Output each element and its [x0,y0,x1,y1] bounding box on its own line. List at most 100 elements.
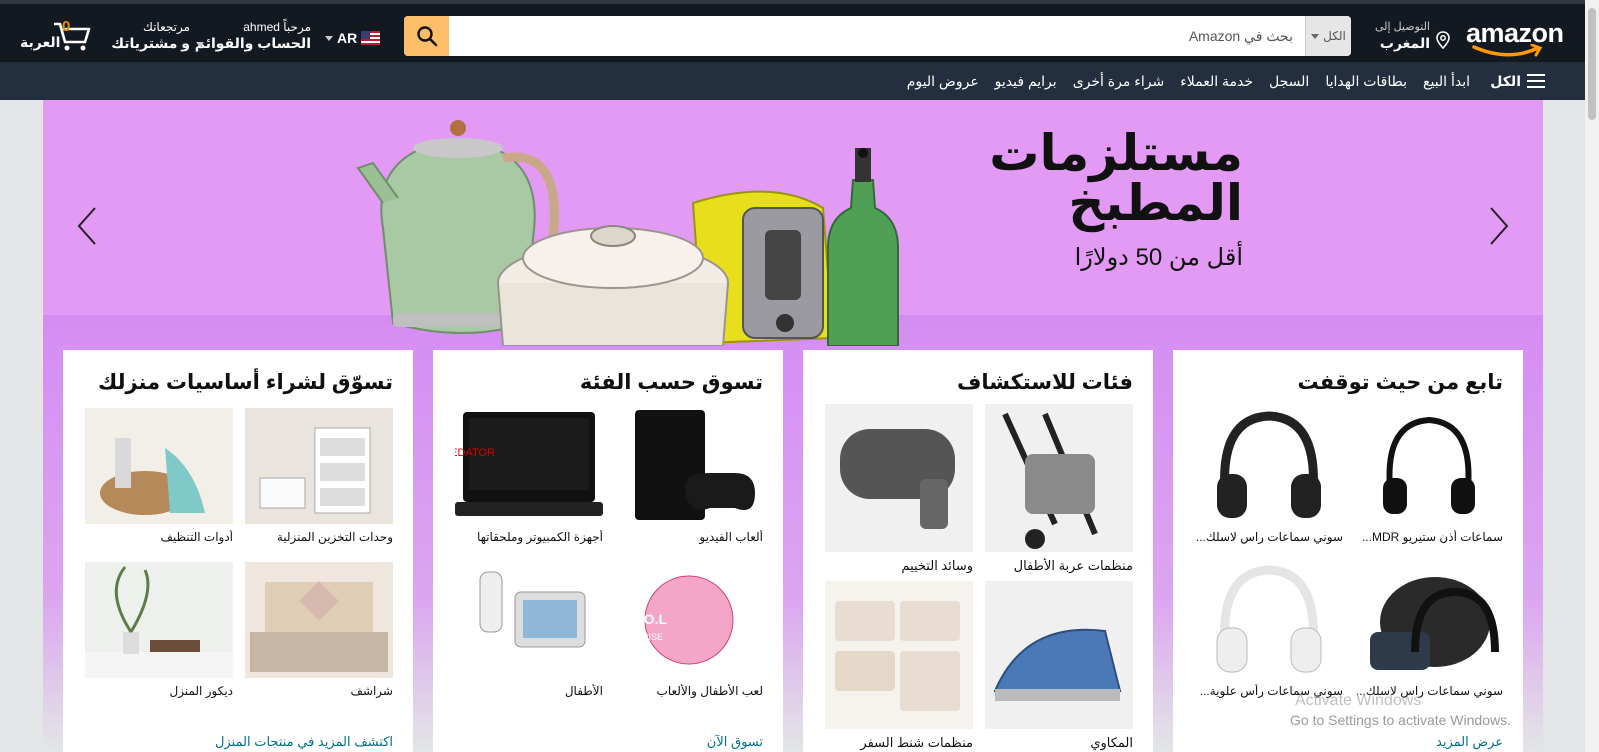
secondary-nav: الكل عروض اليوم برايم فيديو شراء مرة أخر… [0,62,1585,100]
category-tile[interactable]: المكاوي [985,581,1133,751]
discover-more-link[interactable]: اكتشف المزيد في منتجات المنزل [215,734,393,750]
all-menu-label: الكل [1490,72,1521,89]
laptop-brand-text: PREDATOR [455,447,495,459]
category-caption: أجهزة الكمبيوتر وملحقاتها [476,530,603,544]
returns-and-orders[interactable]: مرتجعاتك و مشترياتك [108,20,190,56]
nav-item-prime-video[interactable]: برايم فيديو [995,73,1057,90]
nav-item-sell[interactable]: ابدأ البيع [1423,73,1470,90]
chevron-down-icon [196,42,204,47]
category-caption: وحدات التخزين المنزلية [276,530,393,544]
location-pin-icon [1436,31,1450,49]
category-tile[interactable]: منظمات شنط السفر [825,581,973,751]
shop-now-link[interactable]: تسوق الآن [707,734,763,750]
scrollbar-thumb[interactable] [1588,8,1596,120]
category-caption: منظمات عربة الأطفال [1013,558,1133,573]
search-icon [416,26,437,47]
us-flag-icon [361,31,380,45]
carousel-next-icon[interactable] [1483,205,1513,247]
product-tile[interactable]: سوني سماعات رأس علوية... [1195,562,1343,698]
product-tile[interactable]: سماعات أذن ستيريو MDR... [1355,408,1503,544]
nav-item-buy-again[interactable]: شراء مرة أخرى [1073,73,1165,90]
category-tile[interactable]: PREDATOR أجهزة الكمبيوتر وملحقاتها [455,408,603,544]
headphones-image [1355,408,1503,524]
category-caption: لعب الأطفال والألعاب [656,684,763,698]
search-category-dropdown[interactable]: الكل [1305,16,1351,56]
category-tile[interactable]: ألعاب الفيديو [615,408,763,544]
card-title: تابع من حيث توقفت [1297,371,1504,394]
returns-label: مرتجعاتك [142,20,190,34]
activate-windows-title: Activate Windows [1295,692,1422,709]
toy-ball-image: L.O.L. SURPRISE [615,562,763,678]
all-menu-button[interactable]: الكل [1490,62,1545,100]
laptop-image: PREDATOR [455,408,603,524]
category-caption: أدوات التنظيف [160,530,233,544]
hero-title: مستلزمات المطبخ [943,128,1243,228]
account-label: الحساب والقوائم [194,35,311,51]
search-category-label: الكل [1323,29,1346,43]
headphones-image [1195,562,1343,678]
category-caption: وسائد التخييم [901,558,973,573]
search-input[interactable] [449,16,1305,56]
hamburger-menu-icon [1527,74,1545,88]
travel-organizer-image [825,581,973,729]
category-caption: منظمات شنط السفر [860,735,973,750]
category-tile[interactable]: وسائد التخييم [825,404,973,574]
storage-units-image [245,408,393,524]
deliver-to[interactable]: التوصيل إلى المغرب [1370,18,1460,54]
kitchen-products-image [356,120,899,346]
hero-subtitle: أقل من 50 دولارًا [1074,244,1243,271]
deliver-country: المغرب [1379,35,1430,51]
search-bar: الكل [404,16,1351,56]
camping-pillow-image [825,404,973,552]
category-tile[interactable]: شراشف [245,562,393,698]
category-caption: الأطفال [564,684,603,698]
orders-label: و مشترياتك [111,35,190,51]
card-shop-by-category: تسوق حسب الفئة ألعاب الفيديو PREDATOR أج… [433,350,783,752]
language-code: AR [337,30,358,46]
product-tile[interactable]: سوني سماعات راس لاسلك... [1195,408,1343,544]
activate-windows-text: Go to Settings to activate Windows. [1290,712,1511,728]
nav-item-history[interactable]: السجل [1269,73,1309,90]
card-home-essentials: تسوّق لشراء أساسيات منزلك وحدات التخزين … [63,350,413,752]
carousel-prev-icon[interactable] [73,205,103,247]
category-tile[interactable]: منظمات عربة الأطفال [985,404,1133,574]
account-greeting: مرحباً ahmed [243,20,311,34]
cart-label: العربة [20,34,61,50]
category-tile[interactable]: وحدات التخزين المنزلية [245,408,393,544]
game-console-image [615,408,763,524]
nav-item-todays-deals[interactable]: عروض اليوم [907,73,979,90]
card-title: تسوق حسب الفئة [579,371,763,394]
chevron-down-icon [1311,33,1320,39]
category-caption: ألعاب الفيديو [699,530,763,544]
category-tile[interactable]: ديكور المنزل [85,562,233,698]
search-button[interactable] [404,16,449,56]
product-tile[interactable]: سوني سماعات راس لاسلك... [1355,562,1503,698]
category-tile[interactable]: أدوات التنظيف [85,408,233,544]
card-title: فئات للاستكشاف [956,371,1133,394]
hero-title-line1: مستلزمات [989,125,1243,181]
category-caption: المكاوي [1090,735,1133,750]
hero-title-line2: المطبخ [1068,175,1243,231]
toy-brand-text: L.O.L. [627,611,667,627]
category-caption: ديكور المنزل [169,684,233,698]
see-more-link[interactable]: عرض المزيد [1436,734,1503,750]
language-selector[interactable]: AR [325,28,380,48]
baby-monitor-image [455,562,603,678]
headphones-image [1195,408,1343,524]
category-caption: شراشف [350,684,394,698]
product-caption: سوني سماعات راس لاسلك... [1195,530,1343,544]
category-tile[interactable]: L.O.L. SURPRISE لعب الأطفال والألعاب [615,562,763,698]
product-caption: سماعات أذن ستيريو MDR... [1361,530,1503,544]
account-and-lists[interactable]: مرحباً ahmed الحساب والقوائم [194,20,311,56]
headphones-case-image [1355,562,1503,678]
amazon-logo[interactable]: amazon [1466,18,1566,60]
nav-item-customer-service[interactable]: خدمة العملاء [1180,73,1253,90]
nav-item-gift-cards[interactable]: بطاقات الهدايا [1325,73,1407,90]
cart-button[interactable]: 0 العربة [18,16,96,56]
card-categories-to-explore: فئات للاستكشاف منظمات عربة الأطفال وسائد… [803,350,1153,752]
cleaning-tools-image [85,408,233,524]
category-tile[interactable]: الأطفال [455,562,603,698]
iron-image [985,581,1133,729]
home-decor-image [85,562,233,678]
page-scrollbar[interactable] [1585,0,1599,752]
